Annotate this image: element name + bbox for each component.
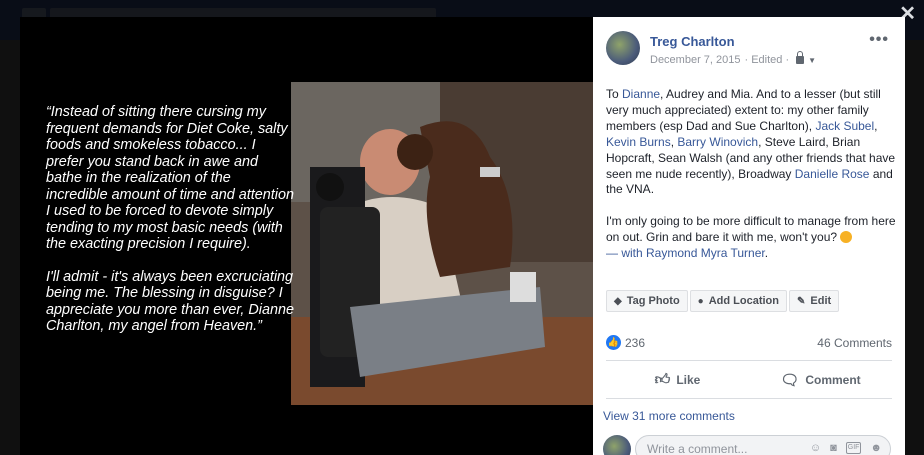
mention-kevin-burns[interactable]: Kevin Burns <box>606 135 671 149</box>
comment-input[interactable] <box>647 442 797 455</box>
sticker-icon[interactable]: ☻ <box>870 442 882 454</box>
photo-quote: “Instead of sitting there cursing my fre… <box>46 104 296 351</box>
divider <box>606 360 892 361</box>
post-meta: December 7, 2015 · Edited · ▼ <box>650 51 816 66</box>
post-date[interactable]: December 7, 2015 <box>650 54 741 66</box>
tag-photo-button[interactable]: ◆ Tag Photo <box>606 290 688 312</box>
photo-stage: “Instead of sitting there cursing my fre… <box>20 17 593 455</box>
add-location-button[interactable]: ● Add Location <box>689 290 787 312</box>
quote-paragraph-1: “Instead of sitting there cursing my fre… <box>46 104 294 252</box>
post-paragraph-1: To Dianne, Audrey and Mia. And to a less… <box>606 87 896 197</box>
like-badge-icon: 👍 <box>606 335 621 350</box>
mention-barry-winovich[interactable]: Barry Winovich <box>677 135 758 149</box>
gif-icon[interactable]: GIF <box>845 442 862 454</box>
post-panel: Treg Charlton December 7, 2015 · Edited … <box>593 17 905 455</box>
thumbs-up-icon: 👍︎ <box>654 371 671 388</box>
tag-icon: ◆ <box>614 295 622 307</box>
edit-button[interactable]: ✎ Edit <box>789 290 840 312</box>
speech-bubble-icon: 🗨︎ <box>780 372 800 389</box>
post-stats: 👍 236 46 Comments <box>606 335 892 350</box>
divider <box>606 398 892 399</box>
pencil-icon: ✎ <box>797 295 806 307</box>
location-pin-icon: ● <box>697 295 704 307</box>
reaction-bar: 👍︎ Like 🗨︎ Comment <box>606 366 892 394</box>
tagged-user-link[interactable]: Raymond Myra Turner <box>646 246 765 260</box>
quote-paragraph-2: I'll admit - it's always been excruciati… <box>46 268 294 335</box>
more-options-button[interactable]: ••• <box>869 31 889 49</box>
lock-icon[interactable] <box>796 51 805 64</box>
camera-icon[interactable]: ◙ <box>830 442 837 454</box>
wink-emoji-icon <box>840 231 853 244</box>
photo-actions: ◆ Tag Photo ● Add Location ✎ Edit <box>606 290 840 312</box>
comment-button[interactable]: 🗨︎ Comment <box>749 366 892 394</box>
photo-content <box>291 82 593 405</box>
edited-label[interactable]: · Edited · <box>745 54 790 66</box>
author-avatar[interactable] <box>606 31 640 65</box>
mention-danielle-rose[interactable]: Danielle Rose <box>795 167 870 181</box>
comment-tools: ☺ ◙ GIF ☻ <box>810 442 882 454</box>
comment-count[interactable]: 46 Comments <box>817 336 892 350</box>
mention-jack-subel[interactable]: Jack Subel <box>815 119 874 133</box>
mention-dianne[interactable]: Dianne <box>622 87 660 101</box>
smiley-icon[interactable]: ☺ <box>810 442 821 454</box>
post-body: To Dianne, Audrey and Mia. And to a less… <box>606 87 896 278</box>
like-count[interactable]: 👍 236 <box>606 335 645 350</box>
chevron-down-icon[interactable]: ▼ <box>808 56 816 65</box>
comment-box: ☺ ◙ GIF ☻ <box>635 435 891 455</box>
view-more-comments-link[interactable]: View 31 more comments <box>603 409 735 423</box>
like-button[interactable]: 👍︎ Like <box>606 366 749 394</box>
post-paragraph-2: I'm only going to be more difficult to m… <box>606 214 896 261</box>
commenter-avatar <box>603 435 631 455</box>
author-name[interactable]: Treg Charlton <box>650 34 735 49</box>
